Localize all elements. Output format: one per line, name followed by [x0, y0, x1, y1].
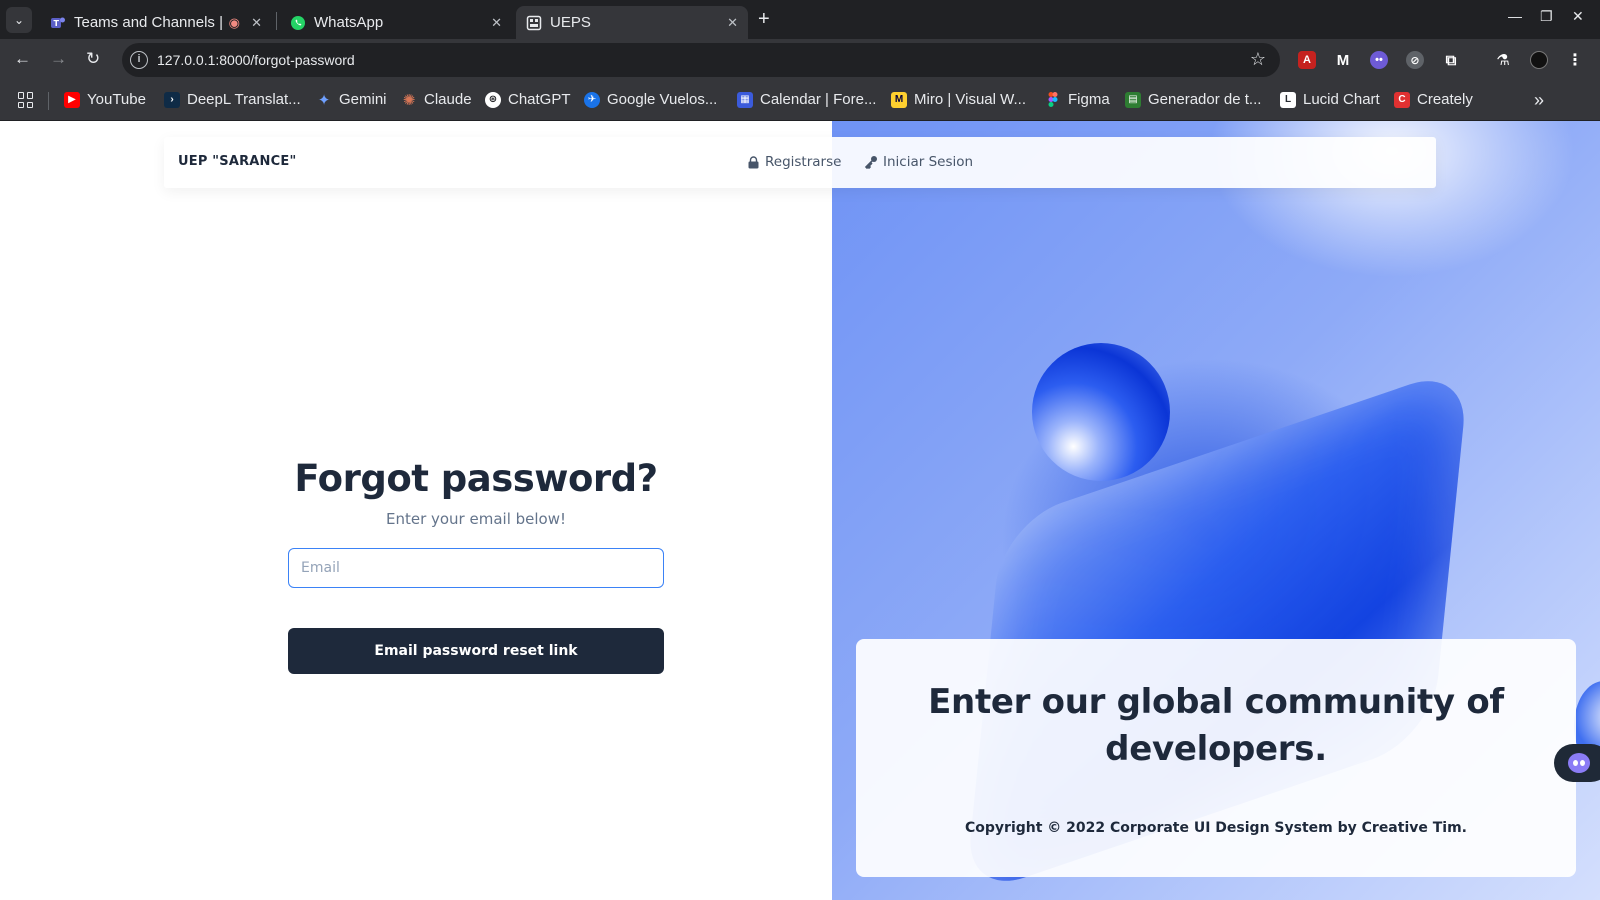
- labs-flask-icon[interactable]: ⚗: [1494, 51, 1512, 69]
- bookmark-label: Generador de t...: [1148, 91, 1262, 108]
- menu-kebab-icon[interactable]: ⋮: [1566, 51, 1584, 69]
- bookmark-claude[interactable]: ✺ Claude: [401, 91, 472, 109]
- minimize-icon[interactable]: —: [1508, 8, 1522, 24]
- tab-ueps[interactable]: UEPS ✕: [516, 6, 748, 39]
- bookmark-chatgpt[interactable]: ⊛ ChatGPT: [485, 91, 571, 108]
- svg-text:T: T: [54, 19, 60, 28]
- browser-toolbar: ← → ↻ i 127.0.0.1:8000/forgot-password ☆…: [0, 39, 1600, 81]
- page-title: Forgot password?: [294, 457, 658, 500]
- window-close-icon[interactable]: ✕: [1572, 8, 1584, 25]
- bookmark-label: YouTube: [87, 91, 146, 108]
- whatsapp-icon: [290, 15, 306, 31]
- url-text[interactable]: 127.0.0.1:8000/forgot-password: [157, 52, 355, 68]
- tab-search-icon[interactable]: ⌄: [6, 7, 32, 33]
- bookmarks-overflow-icon[interactable]: »: [1534, 90, 1544, 111]
- bookmark-google-flights[interactable]: ✈ Google Vuelos...: [584, 91, 717, 108]
- lucidchart-icon: L: [1280, 91, 1296, 108]
- figma-icon: [1045, 92, 1061, 108]
- bookmark-youtube[interactable]: ▶ YouTube: [64, 91, 146, 108]
- bookmark-label: Google Vuelos...: [607, 91, 718, 108]
- bookmark-figma[interactable]: Figma: [1045, 91, 1110, 108]
- bookmark-label: Creately: [1417, 91, 1473, 108]
- new-tab-icon[interactable]: +: [758, 8, 770, 31]
- calendar-icon: ▦: [737, 91, 753, 108]
- assistant-extension-icon[interactable]: ••: [1370, 51, 1388, 69]
- profile-avatar-icon[interactable]: [1530, 51, 1548, 69]
- register-link[interactable]: Registrarse: [746, 154, 841, 170]
- page-subtitle: Enter your email below!: [385, 510, 567, 528]
- forward-icon[interactable]: →: [50, 49, 67, 69]
- login-label: Iniciar Sesion: [883, 154, 974, 170]
- bookmark-label: Claude: [424, 91, 472, 108]
- extensions-puzzle-icon[interactable]: ⧉: [1442, 51, 1460, 69]
- claude-icon: ✺: [402, 91, 416, 109]
- hero-sphere-shape: [1032, 343, 1170, 481]
- reload-icon[interactable]: ↻: [86, 49, 100, 69]
- deepl-icon: ›: [164, 91, 180, 108]
- email-reset-link-button[interactable]: Email password reset link: [288, 628, 664, 674]
- tab-label: Teams and Channels |: [74, 14, 223, 31]
- bookmark-label: Gemini: [339, 91, 387, 108]
- close-icon[interactable]: ✕: [251, 15, 262, 31]
- miro-icon: M: [891, 91, 907, 108]
- gemini-icon: ✦: [317, 91, 331, 109]
- assistant-widget-button[interactable]: [1554, 744, 1600, 782]
- tab-label: WhatsApp: [314, 14, 384, 31]
- site-info-icon[interactable]: i: [130, 51, 148, 69]
- bookmark-label: Figma: [1068, 91, 1110, 108]
- chatgpt-icon: ⊛: [485, 91, 501, 108]
- site-navbar: UEP "SARANCE" Registrarse Iniciar Sesion: [164, 137, 1436, 188]
- bookmarks-separator: [48, 92, 49, 110]
- lock-icon: [746, 155, 760, 169]
- email-field[interactable]: [288, 548, 664, 588]
- bookmark-miro[interactable]: M Miro | Visual W...: [891, 91, 1026, 108]
- register-label: Registrarse: [765, 154, 842, 170]
- bookmark-label: DeepL Translat...: [187, 91, 301, 108]
- tab-label: UEPS: [550, 14, 591, 31]
- forgot-password-form: Forgot password? Enter your email below!…: [288, 457, 664, 674]
- page-viewport: UEP "SARANCE" Registrarse Iniciar Sesion…: [0, 121, 1600, 900]
- community-heading: Enter our global community of developers…: [928, 682, 1504, 769]
- site-icon: [526, 15, 542, 31]
- copyright-text: Copyright © 2022 Corporate UI Design Sys…: [965, 820, 1467, 836]
- browser-tab-bar: ⌄ T Teams and Channels | ◉ ✕ WhatsApp ✕ …: [0, 0, 1600, 39]
- bookmark-creately[interactable]: C Creately: [1394, 91, 1473, 108]
- tab-separator: [276, 12, 277, 30]
- key-icon: [864, 155, 878, 169]
- teams-icon: T: [50, 15, 66, 31]
- creately-icon: C: [1394, 91, 1410, 108]
- generator-icon: ▤: [1125, 91, 1141, 108]
- bookmark-label: Lucid Chart: [1303, 91, 1380, 108]
- bookmark-label: Calendar | Fore...: [760, 91, 877, 108]
- recording-icon: ◉: [228, 14, 240, 30]
- m-extension-icon[interactable]: M: [1334, 51, 1352, 69]
- brand-logo[interactable]: UEP "SARANCE": [178, 154, 296, 169]
- assistant-face-icon: [1568, 753, 1590, 773]
- address-bar[interactable]: i 127.0.0.1:8000/forgot-password ☆: [122, 43, 1280, 77]
- bookmark-star-icon[interactable]: ☆: [1250, 49, 1266, 70]
- blocker-extension-icon[interactable]: ⊘: [1406, 51, 1424, 69]
- google-flights-icon: ✈: [584, 91, 600, 108]
- pdf-extension-icon[interactable]: A: [1298, 51, 1316, 69]
- bookmark-deepl[interactable]: › DeepL Translat...: [164, 91, 301, 108]
- bookmark-calendar[interactable]: ▦ Calendar | Fore...: [737, 91, 876, 108]
- bookmark-lucid-chart[interactable]: L Lucid Chart: [1280, 91, 1380, 108]
- bookmark-generator[interactable]: ▤ Generador de t...: [1125, 91, 1261, 108]
- back-icon[interactable]: ←: [14, 49, 31, 69]
- community-card: Enter our global community of developers…: [856, 639, 1576, 877]
- tab-teams[interactable]: T Teams and Channels | ◉ ✕: [40, 6, 272, 39]
- login-link[interactable]: Iniciar Sesion: [864, 154, 973, 170]
- close-icon[interactable]: ✕: [727, 15, 738, 31]
- tab-whatsapp[interactable]: WhatsApp ✕: [280, 6, 512, 39]
- bookmark-label: ChatGPT: [508, 91, 571, 108]
- apps-grid-icon[interactable]: [18, 92, 34, 108]
- bookmark-gemini[interactable]: ✦ Gemini: [316, 91, 387, 109]
- restore-icon[interactable]: ❐: [1540, 8, 1553, 25]
- close-icon[interactable]: ✕: [491, 15, 502, 31]
- bookmark-label: Miro | Visual W...: [914, 91, 1026, 108]
- youtube-icon: ▶: [64, 91, 80, 108]
